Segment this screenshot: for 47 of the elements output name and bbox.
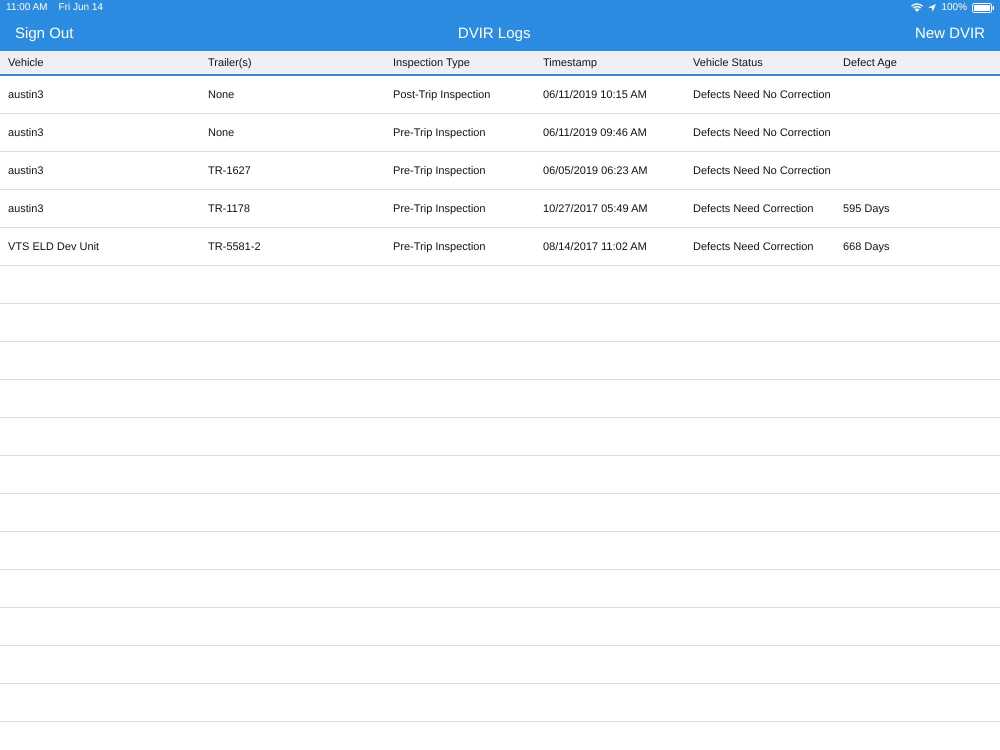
table-cell-text: Pre-Trip Inspection	[392, 202, 487, 214]
table-cell-text: austin3	[7, 126, 44, 138]
table-cell-text: Pre-Trip Inspection	[392, 126, 487, 138]
column-header: Defect Age	[842, 56, 898, 68]
location-arrow-icon	[928, 4, 936, 12]
log-row[interactable]: austin3 None Pre-Trip Inspection 06/11/2019 09:46 AM Defects Need No Correction	[0, 114, 1000, 152]
column-header: Vehicle Status	[692, 56, 764, 68]
page-title: DVIR Logs	[458, 24, 530, 42]
log-row[interactable]: austin3 TR-1178 Pre-Trip Inspection 10/27/2017 05:49 AM Defects Need Correction 595 Days	[0, 190, 1000, 228]
table-cell-text: 08/14/2017 11:02 AM	[542, 240, 648, 252]
table-cell-text: austin3	[7, 88, 44, 100]
table-cell-text: TR-1178	[207, 202, 251, 214]
wifi-icon	[911, 3, 924, 12]
table-cell-text: austin3	[7, 164, 44, 176]
battery-percentage: 100%	[941, 2, 967, 13]
table-cell-text: 10/27/2017 05:49 AM	[542, 202, 649, 214]
log-row[interactable]: austin3 None Post-Trip Inspection 06/11/2019 10:15 AM Defects Need No Correction	[0, 76, 1000, 114]
table-cell-text: TR-1627	[207, 164, 252, 176]
table-cell-text: austin3	[7, 202, 44, 214]
column-header: Inspection Type	[392, 56, 471, 68]
column-header: Timestamp	[542, 56, 598, 68]
table-cell-text: VTS ELD Dev Unit	[7, 240, 100, 252]
column-header: Trailer(s)	[207, 56, 253, 68]
table-cell-text: Defects Need Correction	[692, 240, 814, 252]
table-cell-text: None	[207, 88, 236, 100]
table-cell-text: Defects Need Correction	[692, 202, 814, 214]
table-cell-text: 06/11/2019 09:46 AM	[542, 126, 648, 138]
table-cell-text: 668 Days	[842, 240, 890, 252]
status-date: Fri Jun 14	[58, 2, 103, 13]
table-cell-text: Defects Need No Correction	[692, 88, 832, 100]
table-cell-text: 595 Days	[842, 202, 890, 214]
table-cell-text: Pre-Trip Inspection	[392, 164, 487, 176]
new-dvir-button[interactable]: New DVIR	[908, 20, 992, 46]
table-cell-text: Pre-Trip Inspection	[392, 240, 487, 252]
table-cell-text: 06/05/2019 06:23 AM	[542, 164, 649, 176]
table-cell-text: Post-Trip Inspection	[392, 88, 492, 100]
log-row[interactable]: austin3 TR-1627 Pre-Trip Inspection 06/05/2019 06:23 AM Defects Need No Correction	[0, 152, 1000, 190]
status-time: 11:00 AM	[6, 2, 48, 13]
sign-out-button[interactable]: Sign Out	[8, 20, 80, 46]
log-row[interactable]: VTS ELD Dev Unit TR-5581-2 Pre-Trip Inspection 08/14/2017 11:02 AM Defects Need Correction 668 Days	[0, 228, 1000, 266]
table-cell-text: Defects Need No Correction	[692, 126, 832, 138]
battery-icon	[972, 2, 994, 12]
table-cell-text: None	[207, 126, 236, 138]
table-cell-text: TR-5581-2	[207, 240, 262, 252]
column-header: Vehicle	[7, 56, 44, 68]
table-cell-text: 06/11/2019 10:15 AM	[542, 88, 648, 100]
table-cell-text: Defects Need No Correction	[692, 164, 832, 176]
